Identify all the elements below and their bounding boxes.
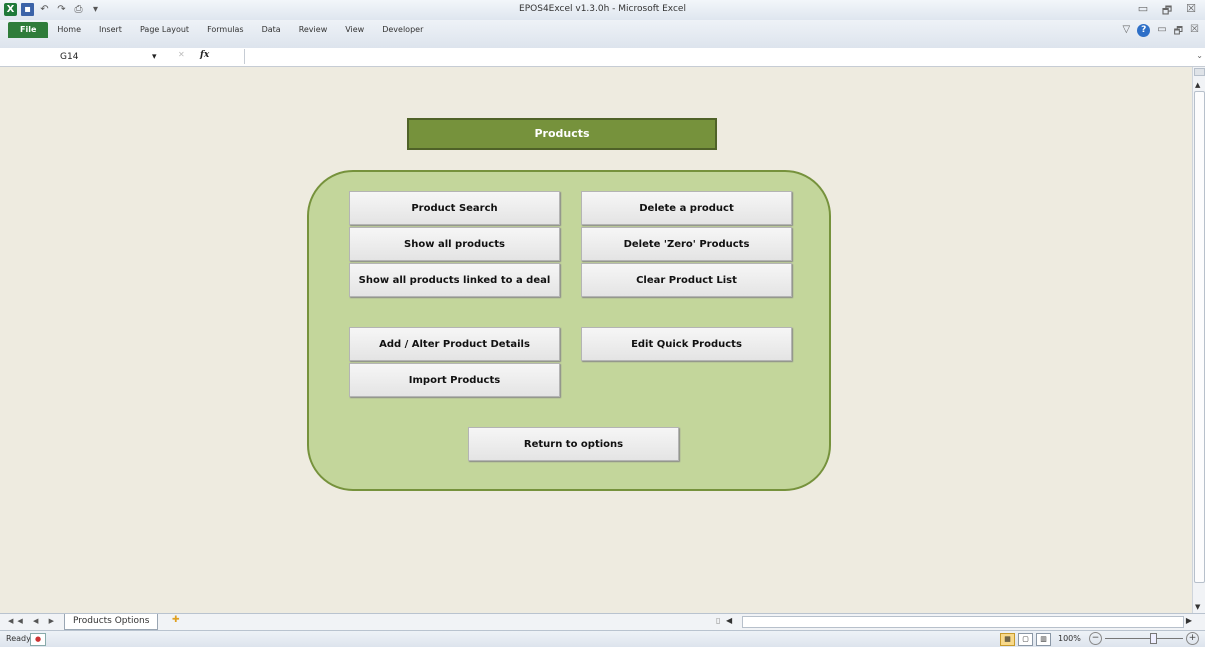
vertical-scrollbar[interactable]: ▲ ▼ (1192, 67, 1205, 613)
zoom-level[interactable]: 100% (1058, 634, 1081, 643)
horizontal-split-icon[interactable]: ▯ (716, 616, 720, 625)
normal-view-icon[interactable]: ▦ (1000, 633, 1015, 646)
tab-formulas[interactable]: Formulas (198, 22, 253, 38)
import-products-button[interactable]: Import Products (349, 363, 560, 397)
return-to-options-button[interactable]: Return to options (468, 427, 679, 461)
scroll-right-icon[interactable]: ▶ (1186, 616, 1192, 625)
products-header: Products (407, 118, 717, 150)
close-icon[interactable]: ☒ (1183, 2, 1199, 21)
ribbon-right-controls: ▽ ? ▭ 🗗 ☒ (1122, 24, 1199, 41)
horizontal-scrollbar[interactable]: ▯ ◀ ▶ (712, 616, 1192, 628)
help-icon[interactable]: ? (1137, 24, 1151, 37)
status-ready: Ready (6, 634, 31, 643)
formula-input[interactable] (244, 49, 1195, 64)
ribbon-tabs: File Home Insert Page Layout Formulas Da… (0, 22, 432, 38)
zoom-slider-thumb[interactable] (1150, 633, 1157, 644)
tab-data[interactable]: Data (253, 22, 290, 38)
formula-bar: G14 ▾ ✕ fx ⌄ (0, 48, 1205, 67)
page-layout-view-icon[interactable]: ▢ (1018, 633, 1033, 646)
zoom-in-icon[interactable]: + (1186, 632, 1199, 645)
zoom-out-icon[interactable]: − (1089, 632, 1102, 645)
show-linked-products-button[interactable]: Show all products linked to a deal (349, 263, 560, 297)
tab-developer[interactable]: Developer (373, 22, 432, 38)
tab-insert[interactable]: Insert (90, 22, 131, 38)
scroll-down-icon[interactable]: ▼ (1195, 603, 1200, 611)
workbook-restore-icon[interactable]: 🗗 (1174, 24, 1183, 41)
sheet-tab-bar: ◀◀ ◀ ▶ ▶▶ Products Options ✚ ▯ ◀ ▶ (0, 613, 1205, 630)
tab-view[interactable]: View (336, 22, 373, 38)
minimize-ribbon-icon[interactable]: ▽ (1122, 24, 1130, 41)
horizontal-scroll-thumb[interactable] (742, 616, 1184, 628)
edit-quick-products-button[interactable]: Edit Quick Products (581, 327, 792, 361)
ribbon: File Home Insert Page Layout Formulas Da… (0, 20, 1205, 49)
tab-page-layout[interactable]: Page Layout (131, 22, 198, 38)
split-box[interactable] (1194, 68, 1205, 76)
workbook-close-icon[interactable]: ☒ (1190, 24, 1199, 41)
add-alter-product-button[interactable]: Add / Alter Product Details (349, 327, 560, 361)
window-title: EPOS4Excel v1.3.0h - Microsoft Excel (519, 4, 686, 14)
page-break-view-icon[interactable]: ▥ (1036, 633, 1051, 646)
restore-icon[interactable]: 🗗 (1159, 2, 1175, 21)
tab-home[interactable]: Home (48, 22, 90, 38)
name-box-value: G14 (60, 52, 79, 62)
minimize-icon[interactable]: ▭ (1135, 2, 1151, 21)
scroll-left-icon[interactable]: ◀ (726, 616, 732, 625)
product-search-button[interactable]: Product Search (349, 191, 560, 225)
expand-formula-bar-icon[interactable]: ⌄ (1196, 51, 1203, 60)
title-bar: X ▪ ↶ ↷ ⎙ ▾ EPOS4Excel v1.3.0h - Microso… (0, 0, 1205, 20)
window-controls: ▭ 🗗 ☒ (1135, 2, 1199, 21)
scroll-up-icon[interactable]: ▲ (1195, 81, 1200, 89)
show-all-products-button[interactable]: Show all products (349, 227, 560, 261)
insert-sheet-icon[interactable]: ✚ (172, 615, 192, 628)
insert-function-icon[interactable]: fx (200, 50, 209, 60)
delete-zero-products-button[interactable]: Delete 'Zero' Products (581, 227, 792, 261)
tab-review[interactable]: Review (290, 22, 337, 38)
tab-file[interactable]: File (8, 22, 49, 38)
delete-product-button[interactable]: Delete a product (581, 191, 792, 225)
macro-record-icon[interactable]: ● (30, 633, 46, 646)
name-box-dropdown-icon[interactable]: ▾ (152, 50, 157, 64)
cancel-icon[interactable]: ✕ (178, 50, 185, 59)
workbook-minimize-icon[interactable]: ▭ (1157, 24, 1166, 41)
vertical-scroll-thumb[interactable] (1194, 91, 1205, 583)
view-buttons: ▦ ▢ ▥ (1000, 633, 1051, 646)
sheet-tab-products-options[interactable]: Products Options (64, 614, 159, 630)
zoom-slider[interactable] (1105, 638, 1183, 639)
name-box[interactable]: G14 ▾ (20, 50, 170, 64)
clear-product-list-button[interactable]: Clear Product List (581, 263, 792, 297)
status-bar: Ready ● ▦ ▢ ▥ 100% − + (0, 630, 1205, 647)
